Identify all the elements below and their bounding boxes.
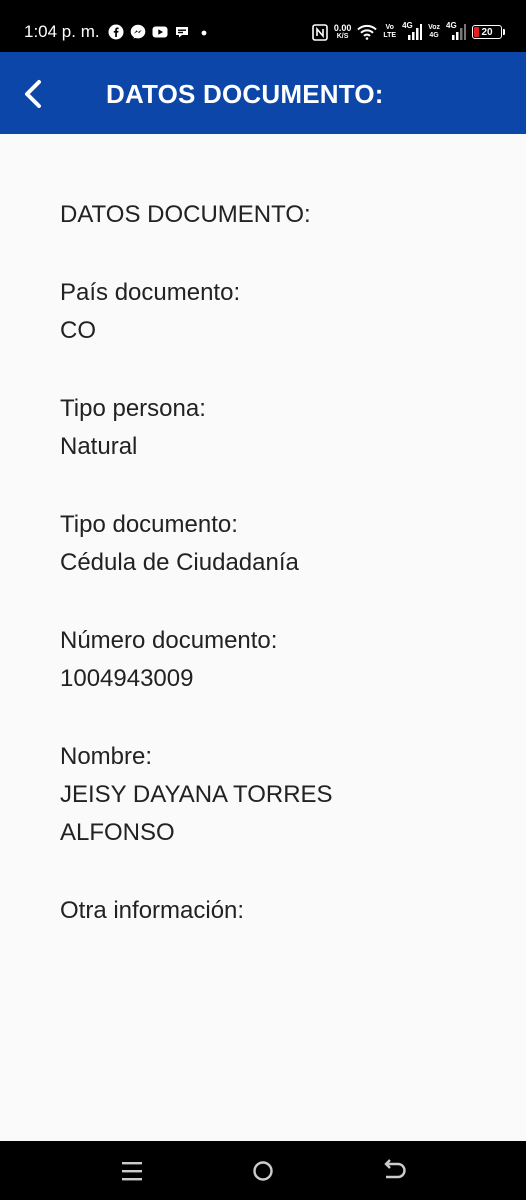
recent-apps-button[interactable]: [116, 1155, 148, 1187]
navigation-bar: [0, 1141, 526, 1200]
chevron-left-icon: [25, 80, 41, 108]
field-label: Tipo persona:: [60, 395, 206, 422]
field-label: País documento:: [60, 279, 241, 306]
document-details: DATOS DOCUMENTO: País documento: CO Tipo…: [60, 196, 480, 970]
page-title: DATOS DOCUMENTO:: [106, 79, 384, 109]
volte-indicator: Vo LTE: [383, 24, 396, 40]
more-notifications-dot-icon: [201, 30, 207, 36]
home-button[interactable]: [247, 1155, 279, 1187]
battery-icon: 20: [472, 25, 505, 39]
signal-bars-icon: [408, 24, 423, 40]
network-speed: 0.00 K/S: [334, 23, 352, 41]
screen: 1:04 p. m. 0.00 K/S Vo LTE 4G Voz 4G 4G …: [0, 0, 526, 1200]
field-value: 1004943009: [60, 665, 194, 692]
battery-level: 20: [481, 26, 493, 38]
home-icon: [253, 1161, 273, 1181]
back-icon: [384, 1159, 406, 1179]
status-right-icons: 0.00 K/S Vo LTE 4G Voz 4G 4G 20: [312, 20, 505, 44]
voz-top: Voz: [428, 24, 440, 31]
field-value: CO: [60, 317, 96, 344]
field-label: Nombre:: [60, 743, 153, 770]
network-speed-value: 0.00: [333, 23, 352, 33]
youtube-icon: [152, 26, 168, 38]
field-value: Cédula de Ciudadanía: [60, 549, 299, 576]
field-tipo-documento: Tipo documento: Cédula de Ciudadanía: [60, 506, 480, 582]
field-value: Natural: [60, 433, 138, 460]
back-button[interactable]: [14, 72, 54, 116]
volte-top: Vo: [385, 24, 394, 31]
facebook-icon: [108, 24, 124, 40]
field-pais-documento: País documento: CO: [60, 274, 480, 350]
app-bar: DATOS DOCUMENTO:: [0, 52, 526, 134]
field-otra-informacion: Otra información:: [60, 892, 480, 930]
network-speed-unit: K/S: [336, 33, 349, 40]
voz-bottom: 4G: [429, 32, 439, 39]
nfc-icon: [312, 23, 328, 41]
field-value-line2: ALFONSO: [60, 819, 175, 846]
field-tipo-persona: Tipo persona: Natural: [60, 390, 480, 466]
signal2-bars-icon: [452, 24, 466, 40]
notification-icons: [108, 22, 212, 42]
field-numero-documento: Número documento: 1004943009: [60, 622, 480, 698]
menu-icon: [122, 1162, 142, 1181]
section-heading: DATOS DOCUMENTO:: [60, 201, 311, 228]
status-time: 1:04 p. m.: [24, 22, 100, 41]
field-value-line1: JEISY DAYANA TORRES: [60, 781, 333, 808]
volte-bottom: LTE: [383, 32, 397, 39]
wifi-icon: [357, 24, 378, 40]
field-label: Número documento:: [60, 627, 278, 654]
messenger-icon: [130, 24, 146, 39]
field-label: Tipo documento:: [60, 511, 238, 538]
message-icon: [176, 27, 188, 38]
signal-icon: 4G: [402, 21, 423, 41]
signal2-icon: 4G: [446, 21, 466, 41]
status-bar: 1:04 p. m. 0.00 K/S Vo LTE 4G Voz 4G 4G …: [0, 0, 526, 52]
field-nombre: Nombre: JEISY DAYANA TORRES ALFONSO: [60, 738, 480, 852]
system-back-button[interactable]: [378, 1155, 410, 1187]
voz-indicator: Voz 4G: [428, 24, 440, 40]
field-label: Otra información:: [60, 897, 245, 924]
